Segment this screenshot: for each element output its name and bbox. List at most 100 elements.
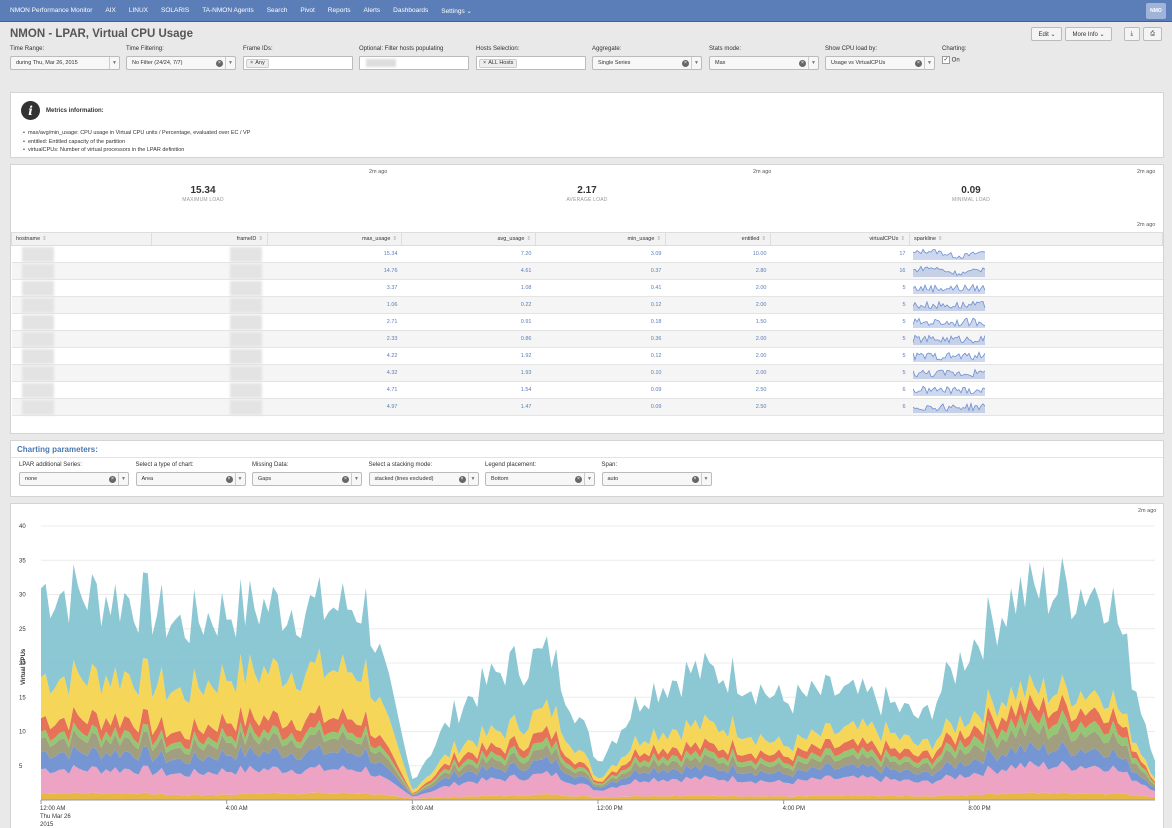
frameid-cell[interactable] xyxy=(151,245,268,263)
column-header-entitled[interactable]: entitled ⇕ xyxy=(665,232,771,246)
avg-usage-cell[interactable]: 1.54 xyxy=(401,381,536,399)
nav-dashboards[interactable]: Dashboards xyxy=(393,7,428,14)
frameid-cell[interactable] xyxy=(151,381,268,399)
min-usage-cell[interactable]: 0.36 xyxy=(535,330,666,348)
chart-param-select[interactable]: auto × ▼ xyxy=(601,472,712,486)
hostname-cell[interactable] xyxy=(11,347,152,365)
virtualcpus-cell[interactable]: 5 xyxy=(770,347,910,365)
chart-param-select[interactable]: Area × ▼ xyxy=(135,472,246,486)
table-row[interactable]: 2.33 0.86 0.36 2.00 5 xyxy=(11,330,1163,348)
nav-ta-nmon-agents[interactable]: TA-NMON Agents xyxy=(202,7,254,14)
entitled-cell[interactable]: 2.80 xyxy=(665,262,771,280)
clear-icon[interactable]: × xyxy=(575,476,582,483)
table-row[interactable]: 3.37 1.08 0.41 2.00 5 xyxy=(11,279,1163,297)
frameid-cell[interactable] xyxy=(151,279,268,297)
virtualcpus-cell[interactable]: 16 xyxy=(770,262,910,280)
avg-usage-cell[interactable]: 4.61 xyxy=(401,262,536,280)
avg-usage-cell[interactable]: 0.86 xyxy=(401,330,536,348)
max-usage-cell[interactable]: 2.71 xyxy=(267,313,402,331)
nav-linux[interactable]: LINUX xyxy=(129,7,148,14)
table-row[interactable]: 4.97 1.47 0.09 2.50 6 xyxy=(11,398,1163,416)
virtualcpus-cell[interactable]: 17 xyxy=(770,245,910,263)
more-info-button[interactable]: More Info ⌄ xyxy=(1065,27,1112,41)
hostname-cell[interactable] xyxy=(11,262,152,280)
frame-ids-input[interactable]: × Any xyxy=(243,56,353,70)
frame-ids-token[interactable]: × Any xyxy=(246,58,269,68)
min-usage-cell[interactable]: 0.41 xyxy=(535,279,666,297)
table-row[interactable]: 4.22 1.92 0.12 2.00 5 xyxy=(11,347,1163,365)
frameid-cell[interactable] xyxy=(151,296,268,314)
column-header-min-usage[interactable]: min_usage ⇕ xyxy=(535,232,666,246)
export-button[interactable]: ⤓ xyxy=(1123,27,1141,41)
table-row[interactable]: 14.76 4.61 0.37 2.80 16 xyxy=(11,262,1163,280)
hostname-cell[interactable] xyxy=(11,381,152,399)
clear-icon[interactable]: × xyxy=(458,476,466,483)
frameid-cell[interactable] xyxy=(151,330,268,348)
max-usage-cell[interactable]: 14.76 xyxy=(267,262,402,280)
nav-home[interactable]: NMON Performance Monitor xyxy=(10,7,92,14)
frameid-cell[interactable] xyxy=(151,313,268,331)
column-header-hostname[interactable]: hostname ⇕ xyxy=(11,232,152,246)
max-usage-cell[interactable]: 3.37 xyxy=(267,279,402,297)
hostname-cell[interactable] xyxy=(11,279,152,297)
entitled-cell[interactable]: 2.00 xyxy=(665,279,771,297)
column-header-virtualcpus[interactable]: virtualCPUs ⇕ xyxy=(770,232,910,246)
hostname-cell[interactable] xyxy=(11,364,152,382)
entitled-cell[interactable]: 2.00 xyxy=(665,347,771,365)
entitled-cell[interactable]: 10.00 xyxy=(665,245,771,263)
frameid-cell[interactable] xyxy=(151,347,268,365)
chart-param-select[interactable]: none × ▼ xyxy=(19,472,129,486)
max-usage-cell[interactable]: 4.97 xyxy=(267,398,402,416)
avg-usage-cell[interactable]: 1.47 xyxy=(401,398,536,416)
hostname-cell[interactable] xyxy=(11,330,152,348)
chart-param-select[interactable]: stacked (lines excluded) × ▼ xyxy=(368,472,479,486)
clear-icon[interactable]: × xyxy=(682,60,689,67)
min-usage-cell[interactable]: 3.09 xyxy=(535,245,666,263)
frameid-cell[interactable] xyxy=(151,364,268,382)
nav-solaris[interactable]: SOLARIS xyxy=(161,7,189,14)
clear-icon[interactable]: × xyxy=(216,60,223,67)
max-usage-cell[interactable]: 1.06 xyxy=(267,296,402,314)
column-header-frameid[interactable]: frameID ⇕ xyxy=(151,232,268,246)
min-usage-cell[interactable]: 0.09 xyxy=(535,398,666,416)
nav-alerts[interactable]: Alerts xyxy=(364,7,381,14)
frameid-cell[interactable] xyxy=(151,398,268,416)
hosts-selection-token[interactable]: × ALL Hosts xyxy=(479,58,518,68)
avg-usage-cell[interactable]: 0.91 xyxy=(401,313,536,331)
clear-icon[interactable]: × xyxy=(225,476,233,483)
entitled-cell[interactable]: 1.50 xyxy=(665,313,771,331)
aggregate-select[interactable]: Single Series × ▼ xyxy=(592,56,702,70)
nav-search[interactable]: Search xyxy=(267,7,288,14)
time-range-select[interactable]: during Thu, Mar 26, 2015 ▼ xyxy=(10,56,120,70)
charting-checkbox[interactable]: ✓ xyxy=(942,56,950,64)
virtualcpus-cell[interactable]: 5 xyxy=(770,296,910,314)
max-usage-cell[interactable]: 4.71 xyxy=(267,381,402,399)
max-usage-cell[interactable]: 4.22 xyxy=(267,347,402,365)
avg-usage-cell[interactable]: 7.20 xyxy=(401,245,536,263)
nav-aix[interactable]: AIX xyxy=(105,7,115,14)
clear-icon[interactable]: × xyxy=(799,60,806,67)
entitled-cell[interactable]: 2.50 xyxy=(665,381,771,399)
column-header-max-usage[interactable]: max_usage ⇕ xyxy=(267,232,402,246)
app-logo[interactable]: NMO xyxy=(1146,3,1166,19)
min-usage-cell[interactable]: 0.18 xyxy=(535,313,666,331)
column-header-sparkline[interactable]: sparkline ⇕ xyxy=(909,232,1163,246)
entitled-cell[interactable]: 2.00 xyxy=(665,296,771,314)
table-row[interactable]: 4.71 1.54 0.09 2.50 6 xyxy=(11,381,1163,399)
chart-param-select[interactable]: Gaps × ▼ xyxy=(252,472,362,486)
max-usage-cell[interactable]: 4.32 xyxy=(267,364,402,382)
chart-param-select[interactable]: Bottom × ▼ xyxy=(485,472,595,486)
virtualcpus-cell[interactable]: 5 xyxy=(770,279,910,297)
avg-usage-cell[interactable]: 1.92 xyxy=(401,347,536,365)
nav-settings[interactable]: Settings ⌄ xyxy=(441,7,472,15)
clear-icon[interactable]: × xyxy=(691,476,699,483)
print-button[interactable]: ⎙ xyxy=(1143,27,1162,41)
nav-reports[interactable]: Reports xyxy=(328,7,351,14)
clear-icon[interactable]: × xyxy=(109,476,116,483)
table-row[interactable]: 2.71 0.91 0.18 1.50 5 xyxy=(11,313,1163,331)
max-usage-cell[interactable]: 15.34 xyxy=(267,245,402,263)
column-header-avg-usage[interactable]: avg_usage ⇕ xyxy=(401,232,536,246)
hostname-cell[interactable] xyxy=(11,245,152,263)
cpu-load-select[interactable]: Usage vs VirtualCPUs × ▼ xyxy=(825,56,935,70)
hostname-cell[interactable] xyxy=(11,313,152,331)
